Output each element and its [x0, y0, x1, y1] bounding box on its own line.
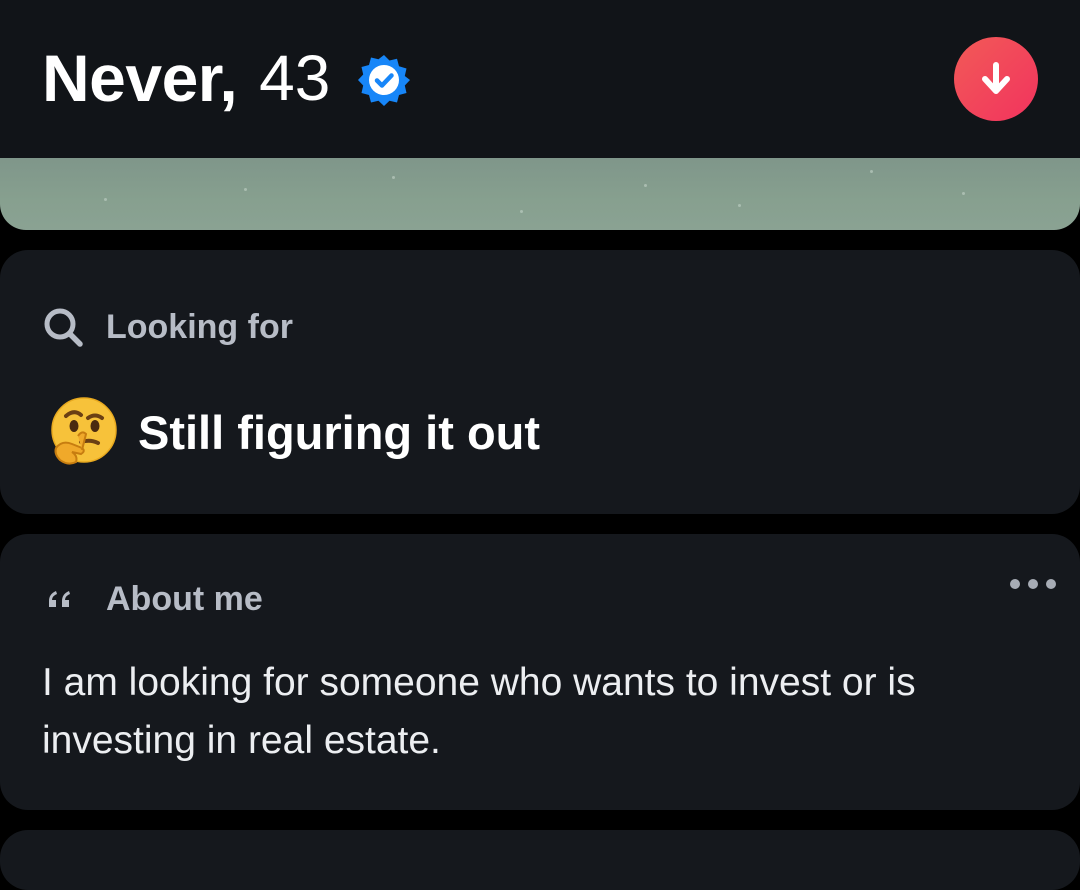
looking-for-label: Looking for [106, 307, 293, 346]
about-me-heading: About me [42, 576, 263, 622]
about-me-label: About me [106, 579, 263, 618]
looking-for-value: Still figuring it out [48, 394, 540, 470]
about-me-text: I am looking for someone who wants to in… [42, 661, 916, 762]
profile-photo[interactable] [0, 158, 1080, 230]
about-me-card: About me I am looking for someone who wa… [0, 534, 1080, 810]
profile-header: Never, 43 [0, 0, 1080, 158]
profile-name: Never, [42, 41, 238, 115]
name-age-line: Never, 43 [42, 38, 412, 118]
looking-for-card: Looking for Still figuring it out [0, 250, 1080, 514]
search-icon [44, 308, 83, 347]
quote-icon [49, 591, 70, 607]
thinking-face-emoji [51, 397, 117, 465]
looking-for-heading: Looking for [42, 304, 293, 350]
profile-age: 43 [259, 42, 331, 114]
more-dots-icon[interactable] [1010, 572, 1056, 596]
collapse-profile-button[interactable] [954, 37, 1038, 121]
verified-badge-icon[interactable] [356, 52, 412, 108]
looking-for-text: Still figuring it out [138, 405, 541, 459]
next-card [0, 830, 1080, 890]
arrow-down-icon [982, 62, 1010, 94]
